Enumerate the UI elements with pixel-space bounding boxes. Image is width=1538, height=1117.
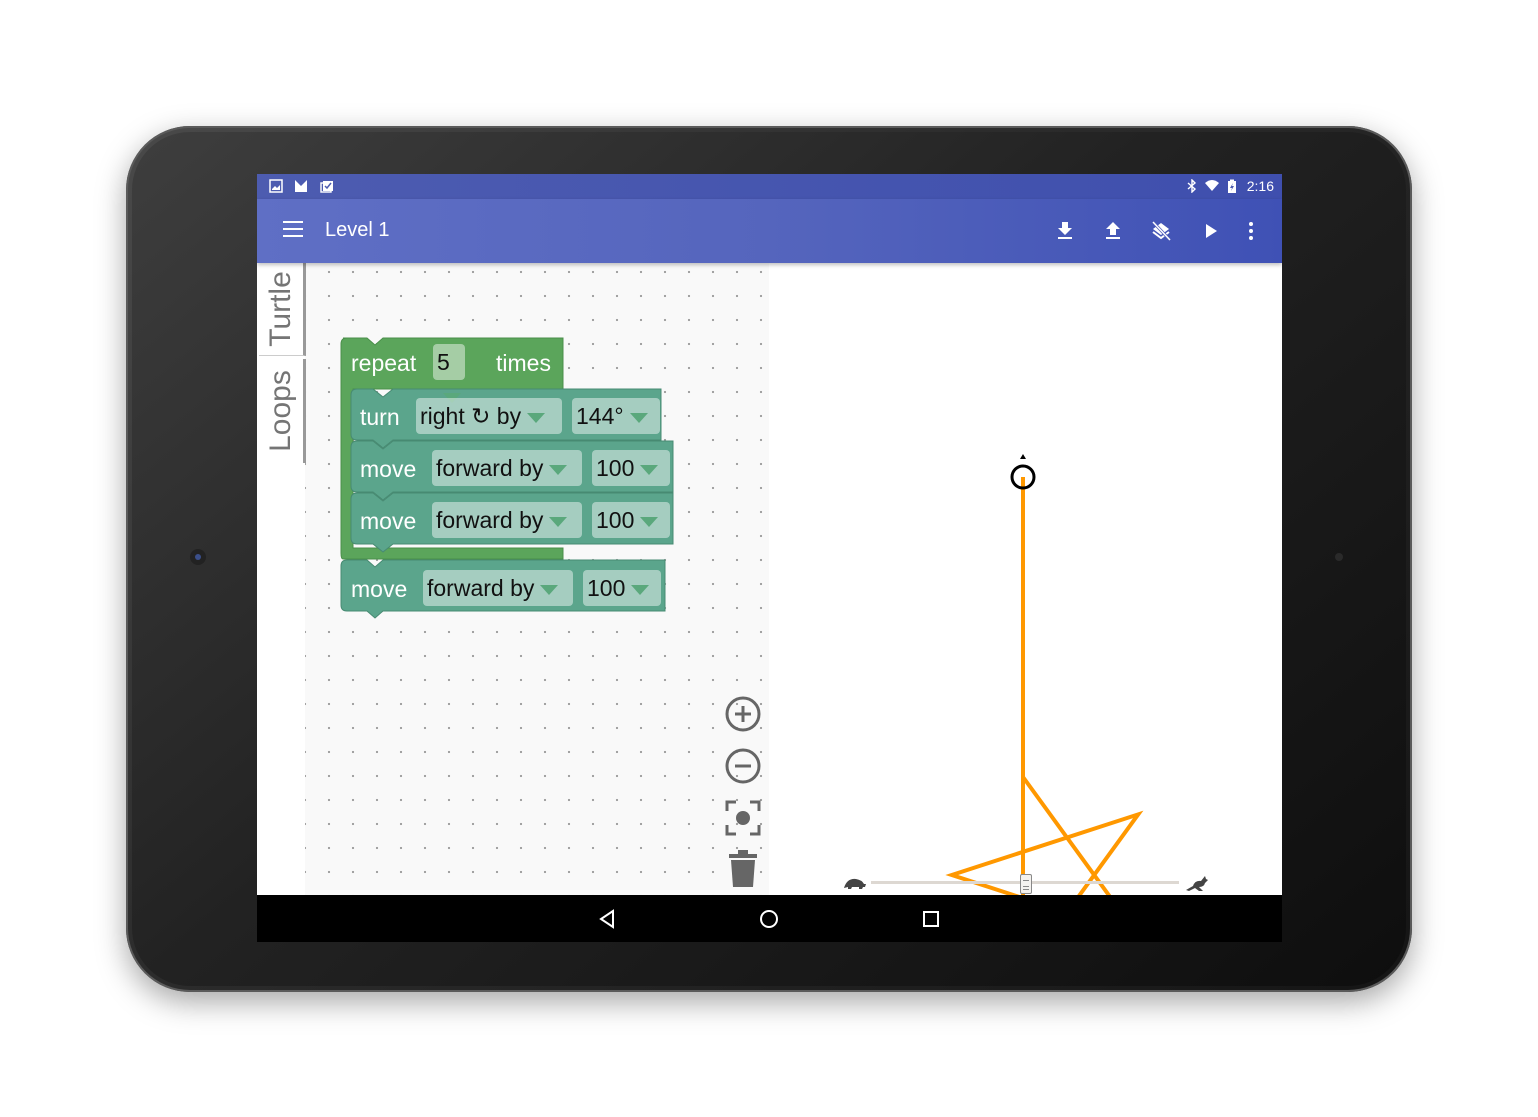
gmail-icon: [295, 180, 307, 192]
clipboard-check-icon: [320, 181, 333, 193]
rabbit-fast-icon: [1186, 876, 1208, 891]
move-1-direction-dropdown[interactable]: forward by: [432, 450, 582, 486]
tab-turtle[interactable]: Turtle: [259, 263, 306, 356]
more-vert-icon[interactable]: [1239, 219, 1263, 243]
download-icon[interactable]: [1053, 219, 1077, 243]
turn-angle-dropdown[interactable]: 144°: [572, 398, 660, 434]
status-bar: 2:16: [257, 174, 1282, 199]
recents-icon[interactable]: [921, 909, 941, 929]
wifi-icon: [1205, 180, 1219, 191]
upload-icon[interactable]: [1101, 219, 1125, 243]
slider-thumb[interactable]: [1020, 874, 1032, 894]
battery-charging-icon: [1228, 179, 1236, 193]
trash-icon[interactable]: [726, 849, 760, 889]
toolbox: Turtle Loops: [257, 263, 306, 895]
device-screen: 2:16 Level 1 Turtle Loops repeat 5 times…: [257, 174, 1282, 942]
turtle-stage: [769, 263, 1282, 895]
home-icon[interactable]: [759, 909, 779, 929]
repeat-count-dropdown[interactable]: 5: [433, 344, 465, 403]
page-title: Level 1: [325, 219, 390, 241]
turn-direction-dropdown[interactable]: right ↻ by: [416, 398, 562, 434]
bluetooth-icon: [1187, 179, 1197, 193]
clock: 2:16: [1246, 178, 1274, 194]
speed-slider[interactable]: [844, 874, 1257, 894]
recenter-icon[interactable]: [724, 799, 762, 837]
play-icon[interactable]: [1198, 219, 1222, 243]
hamburger-menu-icon[interactable]: [283, 221, 303, 239]
move-1-distance-dropdown[interactable]: 100: [592, 450, 670, 486]
sensor: [1335, 553, 1343, 561]
image-notification-icon: [269, 179, 283, 193]
move-2-direction-dropdown[interactable]: forward by: [432, 502, 582, 538]
move-3-direction-dropdown[interactable]: forward by: [423, 570, 573, 606]
app-bar: Level 1: [257, 199, 1282, 263]
back-icon[interactable]: [597, 909, 617, 929]
tab-loops[interactable]: Loops: [259, 359, 306, 463]
zoom-out-icon[interactable]: [724, 747, 762, 785]
move-3-distance-dropdown[interactable]: 100: [583, 570, 661, 606]
turtle-slow-icon: [844, 878, 866, 889]
layers-clear-icon[interactable]: [1149, 219, 1173, 243]
turtle-path: [945, 477, 1144, 895]
nav-bar: [257, 895, 1282, 942]
main-content: Turtle Loops repeat 5 times turn right ↻…: [257, 263, 1282, 895]
turtle-canvas: [945, 454, 1144, 895]
front-camera: [190, 549, 206, 565]
zoom-in-icon[interactable]: [724, 695, 762, 733]
move-2-distance-dropdown[interactable]: 100: [592, 502, 670, 538]
